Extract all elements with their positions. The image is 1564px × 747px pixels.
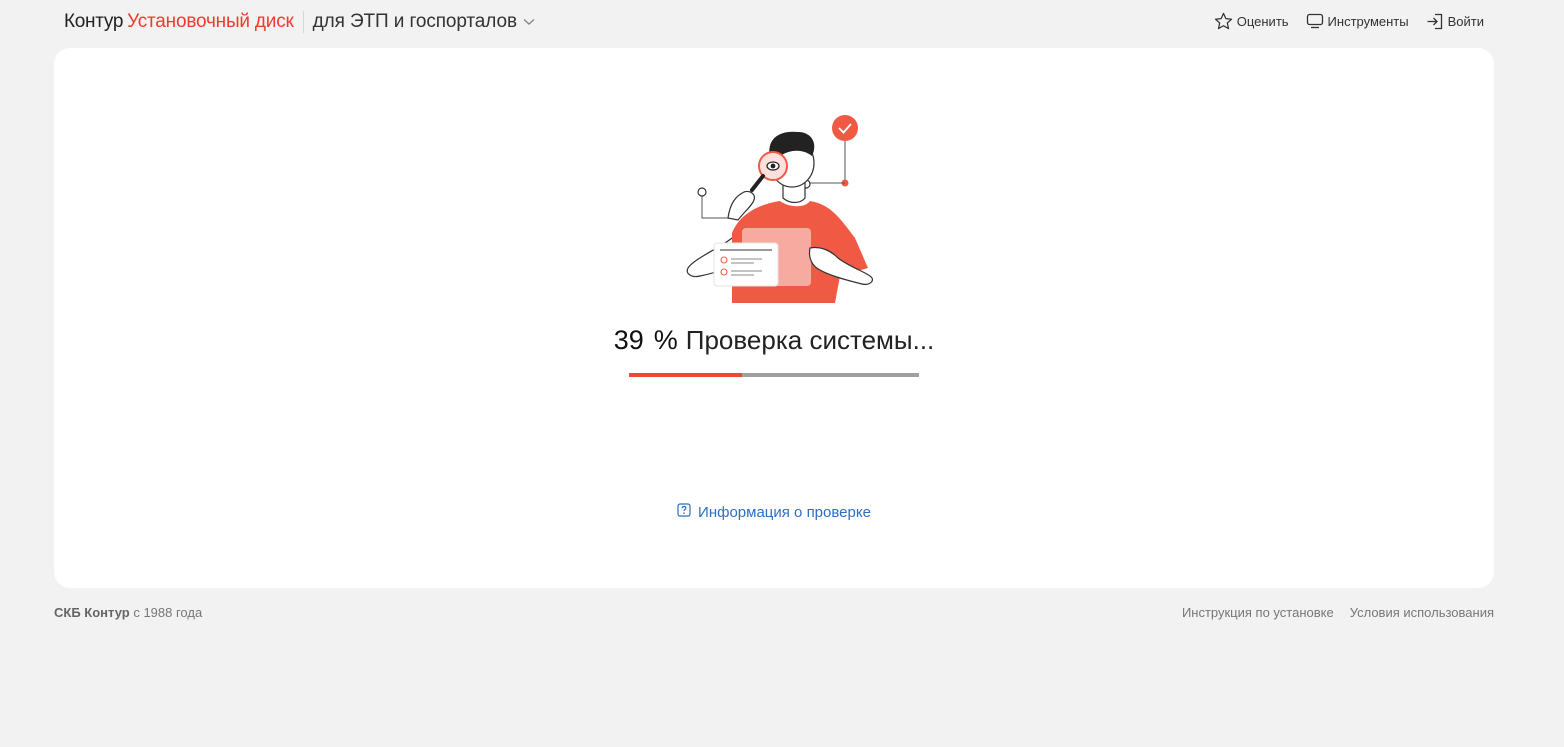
- product-variant-selector[interactable]: для ЭТП и госпорталов: [313, 11, 517, 33]
- check-info-link[interactable]: Информация о проверке: [54, 503, 1494, 521]
- header: Контур Установочный диск для ЭТП и госпо…: [0, 0, 1564, 44]
- progress-percent: 39: [613, 325, 644, 355]
- tools-label: Инструменты: [1327, 13, 1409, 29]
- product-name: Установочный диск: [127, 11, 294, 32]
- rate-label: Оценить: [1236, 13, 1289, 29]
- question-icon: [677, 503, 691, 521]
- login-icon: [1426, 13, 1444, 30]
- chevron-down-icon[interactable]: [523, 18, 535, 26]
- status-text: Проверка системы...: [685, 325, 935, 355]
- brand: Контур Установочный диск для ЭТП и госпо…: [64, 9, 535, 35]
- brand-divider: [302, 11, 304, 33]
- brand-logo[interactable]: Контур: [64, 11, 123, 33]
- main-card: 39 % Проверка системы... Информация о пр…: [54, 48, 1494, 588]
- login-button[interactable]: Войти: [1426, 13, 1484, 30]
- tools-button[interactable]: Инструменты: [1306, 13, 1409, 29]
- install-instructions-link[interactable]: Инструкция по установке: [1182, 605, 1334, 620]
- footer-since: с 1988 года: [133, 605, 203, 620]
- footer-copyright: СКБ Контур с 1988 года: [54, 605, 202, 620]
- progress-bar-fill: [629, 373, 743, 377]
- rate-button[interactable]: Оценить: [1214, 12, 1289, 30]
- monitor-icon: [1306, 13, 1324, 29]
- terms-of-use-link[interactable]: Условия использования: [1350, 605, 1494, 620]
- star-icon: [1214, 12, 1233, 30]
- footer-links: Инструкция по установке Условия использо…: [1182, 605, 1494, 620]
- progress-bar: [629, 373, 919, 377]
- progress-status: 39 % Проверка системы...: [54, 325, 1494, 356]
- percent-sign: %: [653, 325, 678, 355]
- check-info-label: Информация о проверке: [698, 503, 871, 521]
- person-with-magnifier-illustration: [680, 108, 930, 308]
- footer-company[interactable]: СКБ Контур: [54, 605, 130, 620]
- login-label: Войти: [1447, 13, 1484, 29]
- header-nav: Оценить Инструменты Войти: [1214, 12, 1484, 30]
